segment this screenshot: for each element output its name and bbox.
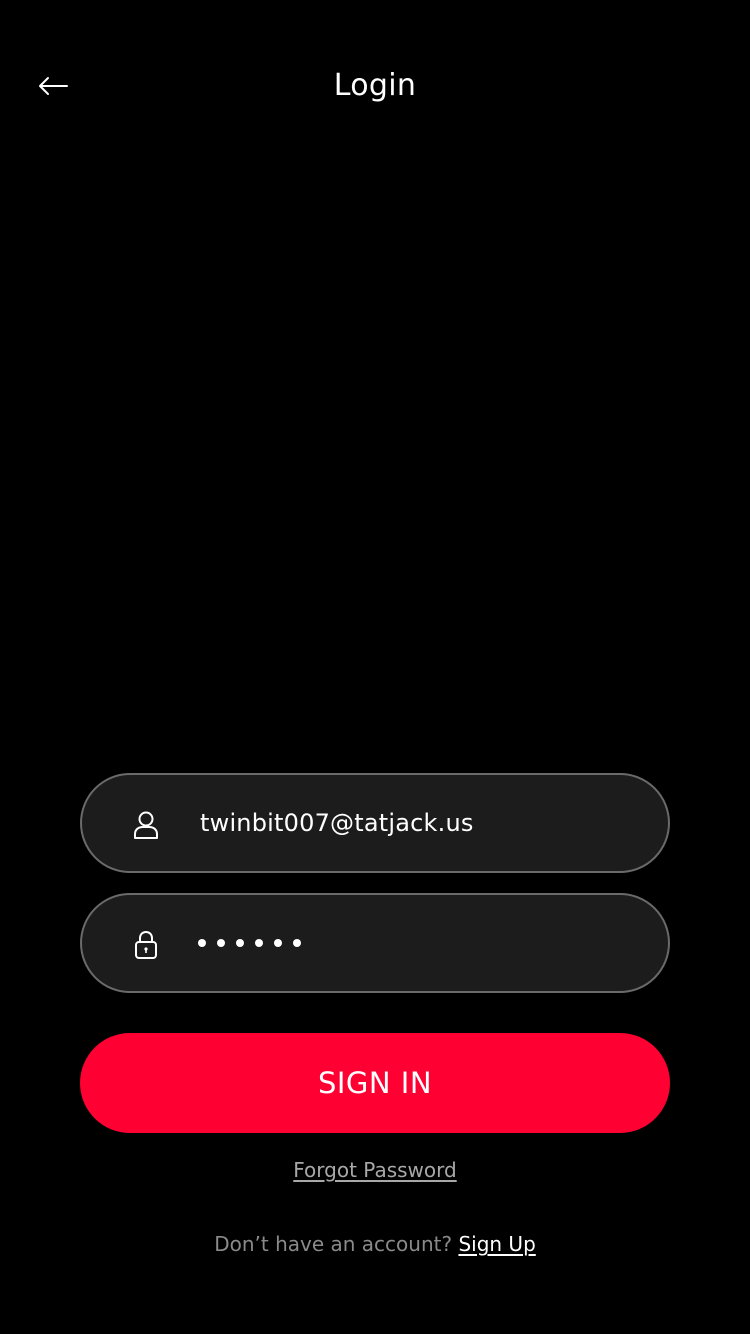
header: Login [0,0,750,172]
sign-in-label: SIGN IN [317,1066,433,1100]
password-dot [236,939,244,947]
password-input[interactable] [198,895,301,991]
password-field[interactable] [80,893,670,993]
password-dot [198,939,206,947]
sign-in-button[interactable]: SIGN IN [80,1033,670,1133]
page-title: Login [333,68,417,103]
user-icon [132,809,160,841]
signup-row: Don’t have an account? Sign Up [0,1230,750,1258]
password-dot [217,939,225,947]
email-input[interactable]: twinbit007@tatjack.us [200,775,474,871]
signup-prompt: Don’t have an account? [214,1232,453,1256]
password-dot [293,939,301,947]
forgot-password-row: Forgot Password [0,1156,750,1184]
sign-up-link[interactable]: Sign Up [458,1232,535,1256]
password-dot [255,939,263,947]
forgot-password-link[interactable]: Forgot Password [293,1158,456,1182]
lock-icon [132,929,160,961]
password-dot [274,939,282,947]
email-field[interactable]: twinbit007@tatjack.us [80,773,670,873]
